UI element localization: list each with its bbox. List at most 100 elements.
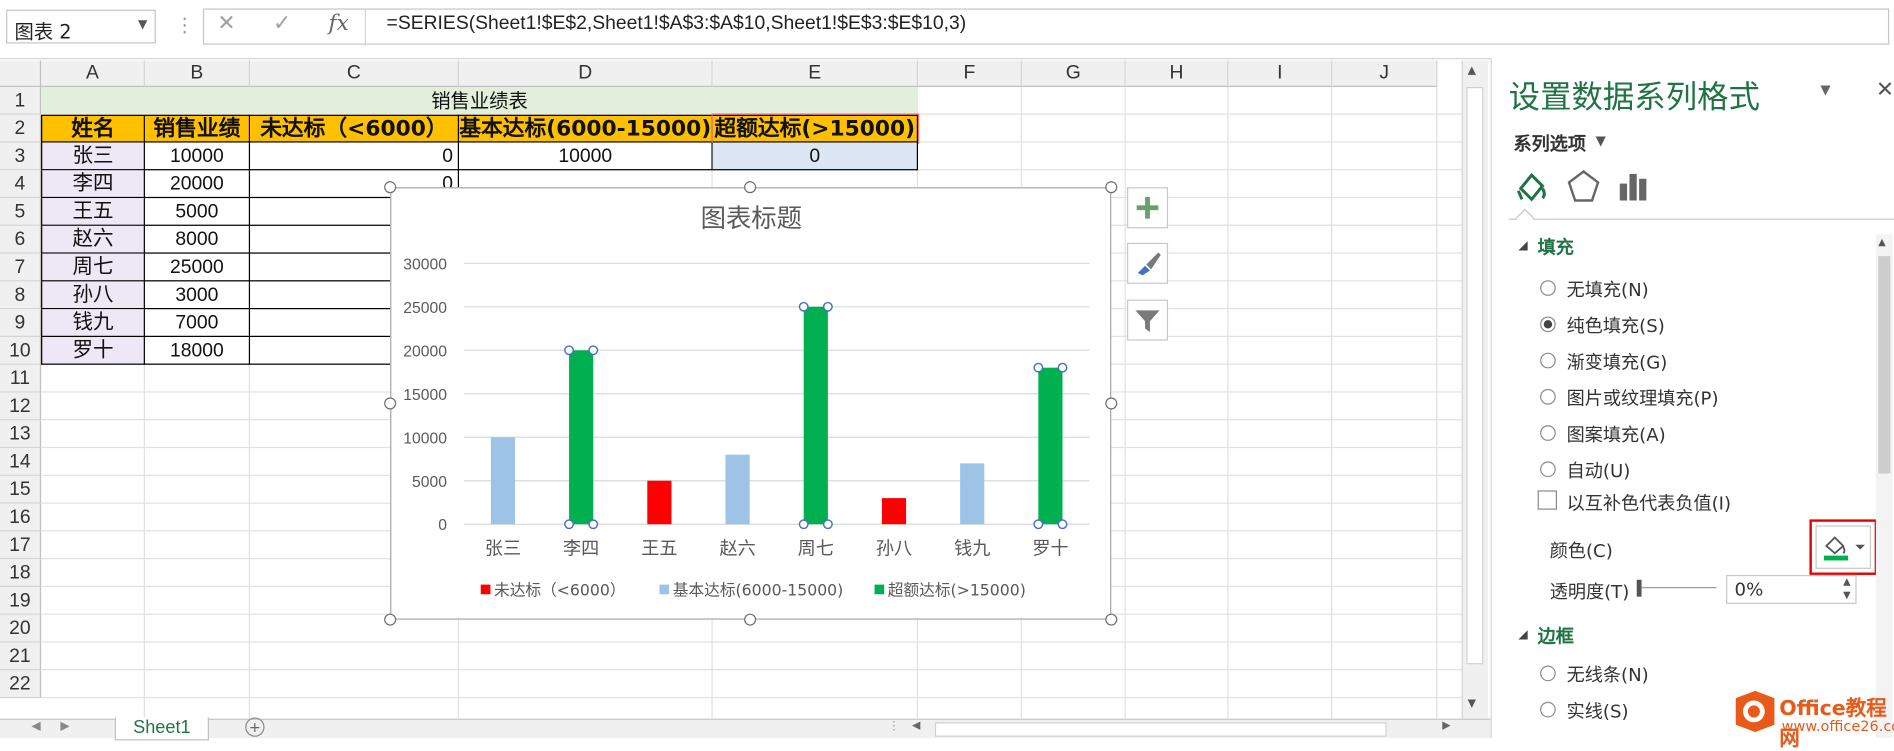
vertical-scrollbar[interactable]: ▲ ▼	[1461, 60, 1489, 719]
table-header-cell[interactable]: 姓名	[41, 114, 145, 143]
collapse-icon[interactable]: ◢	[1518, 628, 1527, 641]
name-cell[interactable]: 李四	[41, 170, 145, 199]
fill-radio[interactable]	[1540, 425, 1556, 441]
name-cell[interactable]: 张三	[41, 142, 145, 171]
row-header-5[interactable]: 5	[0, 198, 42, 226]
border-radio[interactable]	[1540, 701, 1556, 718]
value-cell[interactable]: 20000	[144, 170, 251, 199]
chart-filters-button[interactable]	[1126, 299, 1169, 341]
spin-up-icon[interactable]: ▲	[1843, 576, 1850, 587]
series-options-label[interactable]: 系列选项	[1514, 130, 1586, 155]
row-header-4[interactable]: 4	[0, 170, 42, 199]
fill-radio[interactable]	[1540, 280, 1556, 296]
fill-radio[interactable]	[1540, 316, 1556, 333]
column-header-f[interactable]: F	[918, 60, 1022, 87]
row-header-22[interactable]: 22	[0, 670, 42, 699]
color-picker-button[interactable]	[1815, 525, 1872, 569]
value-cell[interactable]: 10000	[144, 142, 251, 171]
row-header-6[interactable]: 6	[0, 225, 42, 254]
effects-icon[interactable]	[1567, 169, 1601, 203]
name-cell[interactable]: 钱九	[41, 309, 145, 337]
series-options-icon[interactable]	[1617, 169, 1651, 203]
row-header-18[interactable]: 18	[0, 559, 42, 588]
name-cell[interactable]: 周七	[41, 253, 145, 282]
name-cell[interactable]: 孙八	[41, 281, 145, 310]
transparency-input[interactable]: 0% ▲ ▼	[1726, 574, 1857, 604]
tab-next-icon[interactable]: ▶	[60, 720, 69, 733]
column-header-b[interactable]: B	[144, 60, 251, 87]
value-cell[interactable]: 3000	[144, 281, 251, 310]
enter-icon[interactable]: ✓	[273, 11, 291, 36]
value-cell[interactable]: 0	[712, 142, 919, 171]
resize-handle[interactable]	[1105, 181, 1118, 194]
scroll-up-icon[interactable]: ▲	[1468, 65, 1476, 77]
column-header-d[interactable]: D	[459, 60, 713, 87]
hscroll-thumb[interactable]	[934, 722, 1387, 737]
table-header-cell[interactable]: 基本达标(6000-15000)	[459, 114, 713, 143]
row-header-2[interactable]: 2	[0, 114, 42, 143]
add-sheet-icon[interactable]: +	[245, 717, 265, 737]
column-header-h[interactable]: H	[1125, 60, 1229, 87]
resize-handle[interactable]	[1105, 613, 1118, 626]
chevron-down-icon[interactable]: ▼	[1596, 133, 1606, 149]
chevron-down-icon[interactable]: ▼	[138, 18, 147, 31]
fill-section-header[interactable]: 填充	[1538, 234, 1574, 259]
fill-radio[interactable]	[1540, 461, 1556, 478]
column-header-e[interactable]: E	[712, 60, 919, 87]
row-header-7[interactable]: 7	[0, 253, 42, 282]
row-header-20[interactable]: 20	[0, 614, 42, 643]
row-header-10[interactable]: 10	[0, 336, 42, 365]
column-header-j[interactable]: J	[1332, 60, 1438, 87]
scroll-left-icon[interactable]: ◀	[912, 720, 920, 732]
scroll-right-icon[interactable]: ▶	[1442, 720, 1450, 732]
value-cell[interactable]: 8000	[144, 225, 251, 254]
border-section-header[interactable]: 边框	[1538, 623, 1574, 648]
column-header-c[interactable]: C	[250, 60, 460, 87]
column-header-a[interactable]: A	[41, 60, 145, 87]
table-header-cell[interactable]: 未达标（<6000）	[250, 114, 460, 143]
value-cell[interactable]: 5000	[144, 198, 251, 226]
select-all-corner[interactable]	[0, 60, 42, 87]
value-cell[interactable]: 10000	[459, 142, 713, 171]
value-cell[interactable]: 0	[250, 142, 460, 171]
transparency-slider-track[interactable]	[1641, 587, 1717, 589]
column-header-g[interactable]: G	[1021, 60, 1126, 87]
collapse-icon[interactable]: ◢	[1518, 239, 1527, 252]
insert-function-button[interactable]: fx	[329, 11, 349, 36]
scroll-up-icon[interactable]: ▲	[1878, 237, 1885, 248]
chart-styles-button[interactable]	[1126, 242, 1169, 284]
scroll-down-icon[interactable]: ▼	[1468, 698, 1476, 710]
row-header-21[interactable]: 21	[0, 642, 42, 671]
resize-handle[interactable]	[744, 181, 757, 194]
resize-handle[interactable]	[384, 613, 397, 626]
cancel-icon[interactable]: ✕	[217, 11, 235, 36]
border-radio[interactable]	[1540, 665, 1556, 682]
row-header-13[interactable]: 13	[0, 420, 42, 449]
row-header-16[interactable]: 16	[0, 503, 42, 532]
row-header-9[interactable]: 9	[0, 309, 42, 337]
resize-handle[interactable]	[744, 613, 757, 626]
value-cell[interactable]: 18000	[144, 336, 251, 365]
row-header-11[interactable]: 11	[0, 364, 42, 393]
resize-handle[interactable]	[384, 181, 397, 194]
tab-sheet1[interactable]: Sheet1	[114, 717, 209, 741]
row-header-14[interactable]: 14	[0, 448, 42, 476]
close-icon[interactable]: ✕	[1876, 77, 1894, 102]
column-header-i[interactable]: I	[1228, 60, 1333, 87]
table-header-cell[interactable]: 超额达标(>15000)	[711, 113, 920, 144]
row-header-19[interactable]: 19	[0, 587, 42, 615]
name-box[interactable]: 图表 2 ▼	[6, 9, 156, 44]
row-header-12[interactable]: 12	[0, 392, 42, 421]
scroll-thumb[interactable]	[1466, 86, 1484, 665]
row-header-15[interactable]: 15	[0, 475, 42, 504]
resize-handle[interactable]	[384, 397, 397, 410]
value-cell[interactable]: 25000	[144, 253, 251, 282]
row-header-8[interactable]: 8	[0, 281, 42, 310]
chart-elements-button[interactable]	[1126, 187, 1169, 229]
resize-handle[interactable]	[1105, 397, 1118, 410]
fill-line-icon[interactable]	[1514, 167, 1550, 206]
name-cell[interactable]: 罗十	[41, 336, 145, 365]
scroll-thumb[interactable]	[1878, 256, 1891, 474]
pane-scrollbar[interactable]: ▲	[1875, 234, 1893, 739]
tab-prev-icon[interactable]: ◀	[31, 720, 40, 733]
